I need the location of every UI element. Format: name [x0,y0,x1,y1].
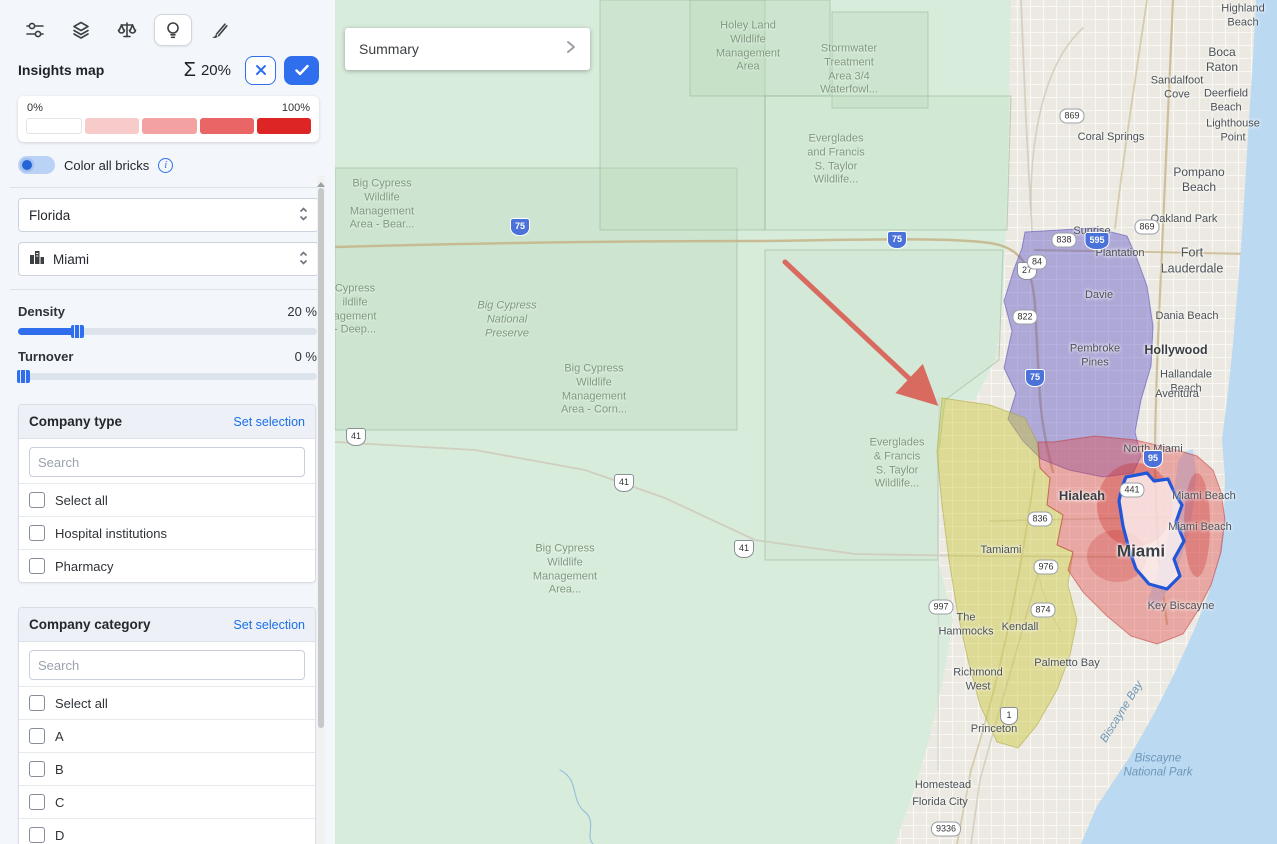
list-item-label: Select all [55,493,108,508]
checkbox[interactable] [29,728,45,744]
list-item[interactable]: Select all [19,483,315,516]
scales-icon [117,20,137,40]
select-chevrons-icon [299,206,308,225]
legend-swatch [200,118,254,134]
list-item[interactable]: D [19,818,315,844]
company-type-set-selection-link[interactable]: Set selection [233,415,305,429]
checkbox[interactable] [29,761,45,777]
sidebar: Insights map Σ 20% 0% 100% [0,0,335,844]
company-category-header: Company category Set selection [19,608,315,642]
map-graphics [335,0,1277,844]
checkbox[interactable] [29,525,45,541]
list-item-label: Select all [55,696,108,711]
state-select[interactable]: Florida [18,198,319,232]
scroll-up-arrow-icon[interactable] [317,178,325,187]
legend-swatches [26,118,311,134]
scrollbar-thumb[interactable] [318,188,324,728]
legend-swatch [257,118,311,134]
map-toolbar [0,0,335,46]
insights-map-title: Insights map [18,62,104,78]
checkbox[interactable] [29,827,45,843]
company-type-title: Company type [29,414,122,429]
list-item-label: A [55,729,64,744]
company-type-search-input[interactable] [29,447,305,477]
list-item-label: Hospital institutions [55,526,167,541]
density-slider-handle[interactable] [71,325,84,338]
list-item[interactable]: Pharmacy [19,549,315,582]
lightbulb-icon [163,20,183,40]
list-item[interactable]: A [19,719,315,752]
select-chevrons-icon [299,250,308,269]
legend-swatch [26,118,82,134]
turnover-row: Turnover 0 % [0,335,335,364]
sliders-tool-button[interactable] [16,14,54,46]
layers-tool-button[interactable] [62,14,100,46]
checkbox[interactable] [29,794,45,810]
legend-swatch [85,118,139,134]
density-value: 20 % [287,304,317,319]
checkbox[interactable] [29,558,45,574]
turnover-label: Turnover [18,349,73,364]
density-slider-fill [18,328,78,335]
color-all-bricks-toggle[interactable] [18,156,55,174]
toggle-knob [20,158,34,172]
list-item-label: C [55,795,64,810]
city-icon [29,250,45,268]
density-label: Density [18,304,65,319]
list-item-label: Pharmacy [55,559,114,574]
insights-tool-button[interactable] [154,14,192,46]
sidebar-scrollbar[interactable] [317,176,325,844]
color-all-bricks-row: Color all bricks i [0,142,335,174]
preserve-areas [335,0,1011,560]
brush-tool-button[interactable] [200,14,238,46]
density-slider[interactable] [18,328,317,335]
legend-max-label: 100% [282,102,310,114]
cancel-button[interactable] [245,56,276,85]
legend-swatch [142,118,196,134]
company-category-search-input[interactable] [29,650,305,680]
checkbox[interactable] [29,695,45,711]
turnover-slider[interactable] [18,373,317,380]
list-item[interactable]: Hospital institutions [19,516,315,549]
close-icon [255,64,267,76]
city-select-value: Miami [53,252,291,267]
layers-icon [71,20,91,40]
company-type-card: Company type Set selection Select all Ho… [18,404,316,583]
company-category-title: Company category [29,617,151,632]
info-icon[interactable]: i [158,158,173,173]
sigma-symbol: Σ [184,59,196,82]
summary-label: Summary [359,41,419,57]
divider [10,187,325,188]
city-select[interactable]: Miami [18,242,319,276]
toggle-label: Color all bricks [64,158,149,173]
list-item[interactable]: C [19,785,315,818]
sliders-icon [25,20,45,40]
scales-tool-button[interactable] [108,14,146,46]
list-item-label: D [55,828,64,843]
map-canvas[interactable]: Holey Land Wildlife Management AreaStorm… [335,0,1277,844]
insights-header-row: Insights map Σ 20% [0,46,335,84]
list-item[interactable]: Select all [19,686,315,719]
company-category-card: Company category Set selection Select al… [18,607,316,844]
turnover-value: 0 % [295,349,317,364]
company-type-header: Company type Set selection [19,405,315,439]
turnover-slider-handle[interactable] [17,370,30,383]
list-item[interactable]: B [19,752,315,785]
checkbox[interactable] [29,492,45,508]
insights-map-app: Insights map Σ 20% 0% 100% [0,0,1277,844]
brush-icon [209,20,229,40]
legend-min-label: 0% [27,102,43,114]
color-scale-card: 0% 100% [18,96,319,142]
sigma-value: 20% [201,62,231,79]
density-row: Density 20 % [0,290,335,319]
chevron-right-icon [566,40,576,59]
summary-panel[interactable]: Summary [345,28,590,70]
company-category-set-selection-link[interactable]: Set selection [233,618,305,632]
state-select-value: Florida [29,208,291,223]
check-icon [295,64,309,76]
list-item-label: B [55,762,64,777]
confirm-button[interactable] [284,56,319,85]
